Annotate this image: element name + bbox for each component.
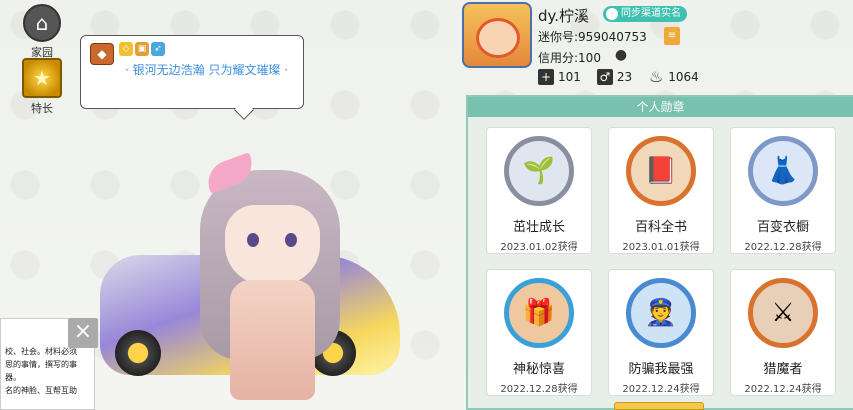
stat-value: 1064: [668, 70, 699, 84]
medal-panel-title: 个人勋章: [468, 97, 853, 117]
close-button[interactable]: ×: [68, 318, 98, 348]
home-icon: ⌂: [23, 4, 61, 42]
home-button[interactable]: ⌂ 家园: [20, 4, 64, 60]
document-line: 名的神脸、互帮互助: [5, 386, 77, 395]
medal-date: 2023.01.02获得: [500, 242, 578, 253]
special-label: 特长: [31, 102, 53, 115]
cheer-icon: ♂: [596, 69, 613, 85]
username: dy.柠溪: [538, 7, 590, 25]
document-line: 思的事情，撰写的事: [5, 360, 77, 369]
giftbox-medal-icon: 🎁: [504, 278, 574, 348]
medal-date: 2023.01.01获得: [622, 242, 700, 253]
special-button[interactable]: ★ 特长: [20, 58, 64, 116]
document-line: 器。: [5, 373, 21, 382]
medal-panel: 个人勋章 🌱 茁壮成长 2023.01.02获得 📕 百科全书 2023.01.…: [466, 95, 853, 410]
medal-card[interactable]: 🎁 神秘惊喜 2022.12.28获得: [486, 269, 592, 396]
medal-name: 茁壮成长: [512, 220, 565, 235]
book-medal-icon: 📕: [626, 136, 696, 206]
medal-name: 防骗我最强: [628, 362, 694, 377]
medal-name: 百变衣橱: [756, 220, 809, 235]
gem-badge-icon: ◇: [119, 42, 133, 56]
medal-card[interactable]: 👮 防骗我最强 2022.12.24获得: [608, 269, 714, 396]
close-icon: ×: [73, 319, 93, 344]
person-icon[interactable]: ●: [613, 47, 629, 63]
character-body: [230, 280, 315, 400]
mini-id: 迷你号:959040753: [538, 30, 647, 44]
character-eye: [285, 233, 297, 247]
bubble-avatar-icon: ◆: [90, 43, 114, 65]
avatar-face: [476, 18, 520, 58]
flame-icon: ♨: [649, 67, 664, 86]
profile-stats: + 101 ♂ 23 ♨ 1064: [538, 69, 711, 85]
medal-date: 2022.12.24获得: [622, 384, 700, 395]
credit-score: 信用分:100: [538, 51, 601, 65]
medal-card[interactable]: 👗 百变衣橱 2022.12.28获得: [730, 127, 836, 254]
rank-badge-icon: ▣: [135, 42, 149, 56]
speech-bubble: ◆ ◇ ▣ ➶ · 银河无边浩瀚 只为耀文璀璨 ·: [80, 35, 304, 120]
medal-date: 2022.12.28获得: [744, 242, 822, 253]
plus-icon: +: [538, 69, 554, 85]
profile-avatar[interactable]: [462, 2, 532, 68]
character-eye: [247, 233, 259, 247]
stat-value: 101: [558, 70, 581, 84]
copy-icon[interactable]: ≡: [664, 27, 680, 45]
bubble-text: · 银河无边浩瀚 只为耀文璀璨 ·: [125, 63, 289, 77]
medal-card[interactable]: ⚔ 猎魔者 2022.12.24获得: [730, 269, 836, 396]
medal-date: 2022.12.28获得: [500, 384, 578, 395]
medal-name: 猎魔者: [763, 362, 803, 377]
sync-realname-badge[interactable]: 同步渠道实名: [603, 6, 687, 22]
character-face: [225, 205, 320, 285]
bubble-badges: ◇ ▣ ➶: [119, 42, 165, 56]
wing-badge-icon: ➶: [151, 42, 165, 56]
car-wheel: [115, 330, 161, 376]
special-icon: ★: [22, 58, 62, 98]
police-medal-icon: 👮: [626, 278, 696, 348]
medal-date: 2022.12.24获得: [744, 384, 822, 395]
wardrobe-medal-icon: 👗: [748, 136, 818, 206]
medal-card[interactable]: 🌱 茁壮成长 2023.01.02获得: [486, 127, 592, 254]
stat-value: 23: [616, 70, 633, 84]
medal-card[interactable]: 📕 百科全书 2023.01.01获得: [608, 127, 714, 254]
sprout-medal-icon: 🌱: [504, 136, 574, 206]
medal-name: 百科全书: [634, 220, 687, 235]
medal-name: 神秘惊喜: [512, 362, 565, 377]
character-display[interactable]: [60, 150, 400, 410]
medal-grid: 🌱 茁壮成长 2023.01.02获得 📕 百科全书 2023.01.01获得 …: [486, 127, 846, 410]
bottom-tab[interactable]: [614, 402, 704, 410]
sword-medal-icon: ⚔: [748, 278, 818, 348]
